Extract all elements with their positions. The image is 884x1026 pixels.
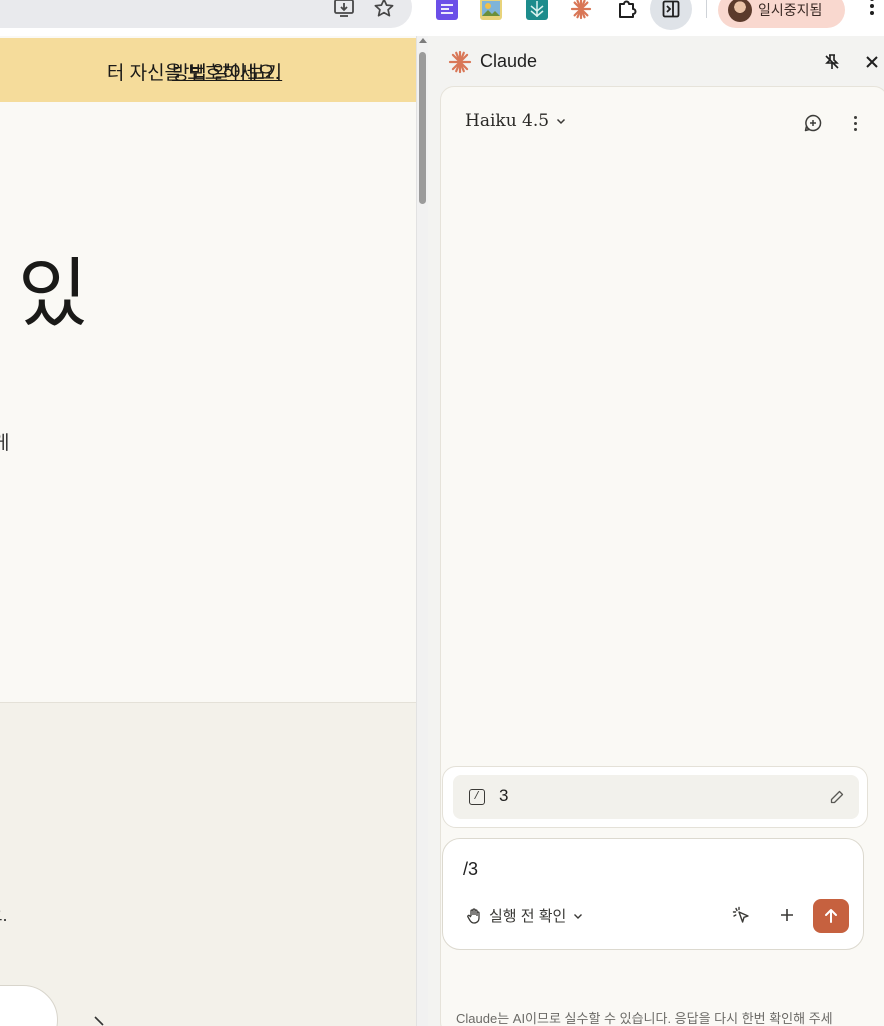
web-page: 터 자신을 보호하세요. 방법 알아보기 - 있 게 l 요. <box>0 36 416 1026</box>
panel-header: Claude <box>428 36 884 88</box>
send-button[interactable] <box>813 899 849 933</box>
permission-mode-label: 실행 전 확인 <box>489 908 567 925</box>
decorative-mark <box>92 1013 106 1026</box>
model-selector[interactable]: Haiku 4.5 <box>465 111 567 131</box>
browser-toolbar: 일시중지됨 <box>0 0 884 36</box>
page-scrollbar[interactable] <box>416 36 428 1026</box>
claude-logo-icon <box>448 50 472 74</box>
hand-icon <box>467 907 480 924</box>
ai-disclaimer: Claude는 AI이므로 실수할 수 있습니다. 응답을 다시 한번 확인해 … <box>456 1011 833 1026</box>
claude-side-panel: Claude Haiku 4.5 / 3 /3 실행 전 확인 Claude는 … <box>428 36 884 1026</box>
puzzle-icon[interactable] <box>616 0 638 20</box>
chevron-down-icon <box>574 913 583 919</box>
model-label: Haiku 4.5 <box>465 111 550 131</box>
toolbar-divider <box>706 0 707 18</box>
side-panel-toggle-icon[interactable] <box>650 0 692 30</box>
profile-button[interactable]: 일시중지됨 <box>718 0 845 28</box>
avatar <box>728 0 752 22</box>
claude-extension-icon[interactable] <box>570 0 592 20</box>
arrow-up-icon <box>825 909 837 923</box>
page-body-text: 게 <box>0 433 10 454</box>
panel-title: Claude <box>480 51 538 71</box>
profile-status-label: 일시중지됨 <box>758 2 823 18</box>
new-chat-icon[interactable] <box>801 111 825 135</box>
shortcut-suggestions: / 3 <box>442 766 868 828</box>
extension-icon-picture[interactable] <box>480 0 502 20</box>
extension-icon-teal[interactable] <box>526 0 548 20</box>
bookmark-star-icon[interactable] <box>372 0 396 20</box>
slash-command-icon: / <box>469 789 485 805</box>
extension-icon-purple[interactable] <box>436 0 458 20</box>
message-input[interactable]: /3 <box>463 859 478 880</box>
shortcut-name: 3 <box>499 786 509 805</box>
page-heading: - 있 <box>0 249 88 338</box>
edit-pencil-icon[interactable] <box>827 787 847 807</box>
message-composer[interactable]: /3 실행 전 확인 <box>442 838 864 950</box>
lower-body-text: 요. <box>0 905 8 925</box>
chevron-down-icon <box>557 118 566 125</box>
more-options-icon[interactable] <box>843 111 867 135</box>
scrollbar-thumb[interactable] <box>419 52 426 204</box>
security-banner: 터 자신을 보호하세요. 방법 알아보기 <box>0 38 416 102</box>
lower-section: l 요. <box>0 703 416 1026</box>
close-panel-icon[interactable] <box>860 50 884 74</box>
install-app-icon[interactable] <box>332 0 356 20</box>
banner-learn-more-link[interactable]: 방법 알아보기 <box>172 58 282 85</box>
browser-menu-icon[interactable] <box>862 0 882 18</box>
cursor-click-icon[interactable] <box>729 903 753 927</box>
scroll-up-arrow-icon[interactable] <box>419 38 427 43</box>
unpin-icon[interactable] <box>820 50 844 74</box>
add-attachment-icon[interactable] <box>775 903 799 927</box>
shortcut-item[interactable]: / 3 <box>453 775 859 819</box>
permission-mode-selector[interactable]: 실행 전 확인 <box>465 905 584 926</box>
page-cta-button[interactable] <box>0 985 58 1026</box>
